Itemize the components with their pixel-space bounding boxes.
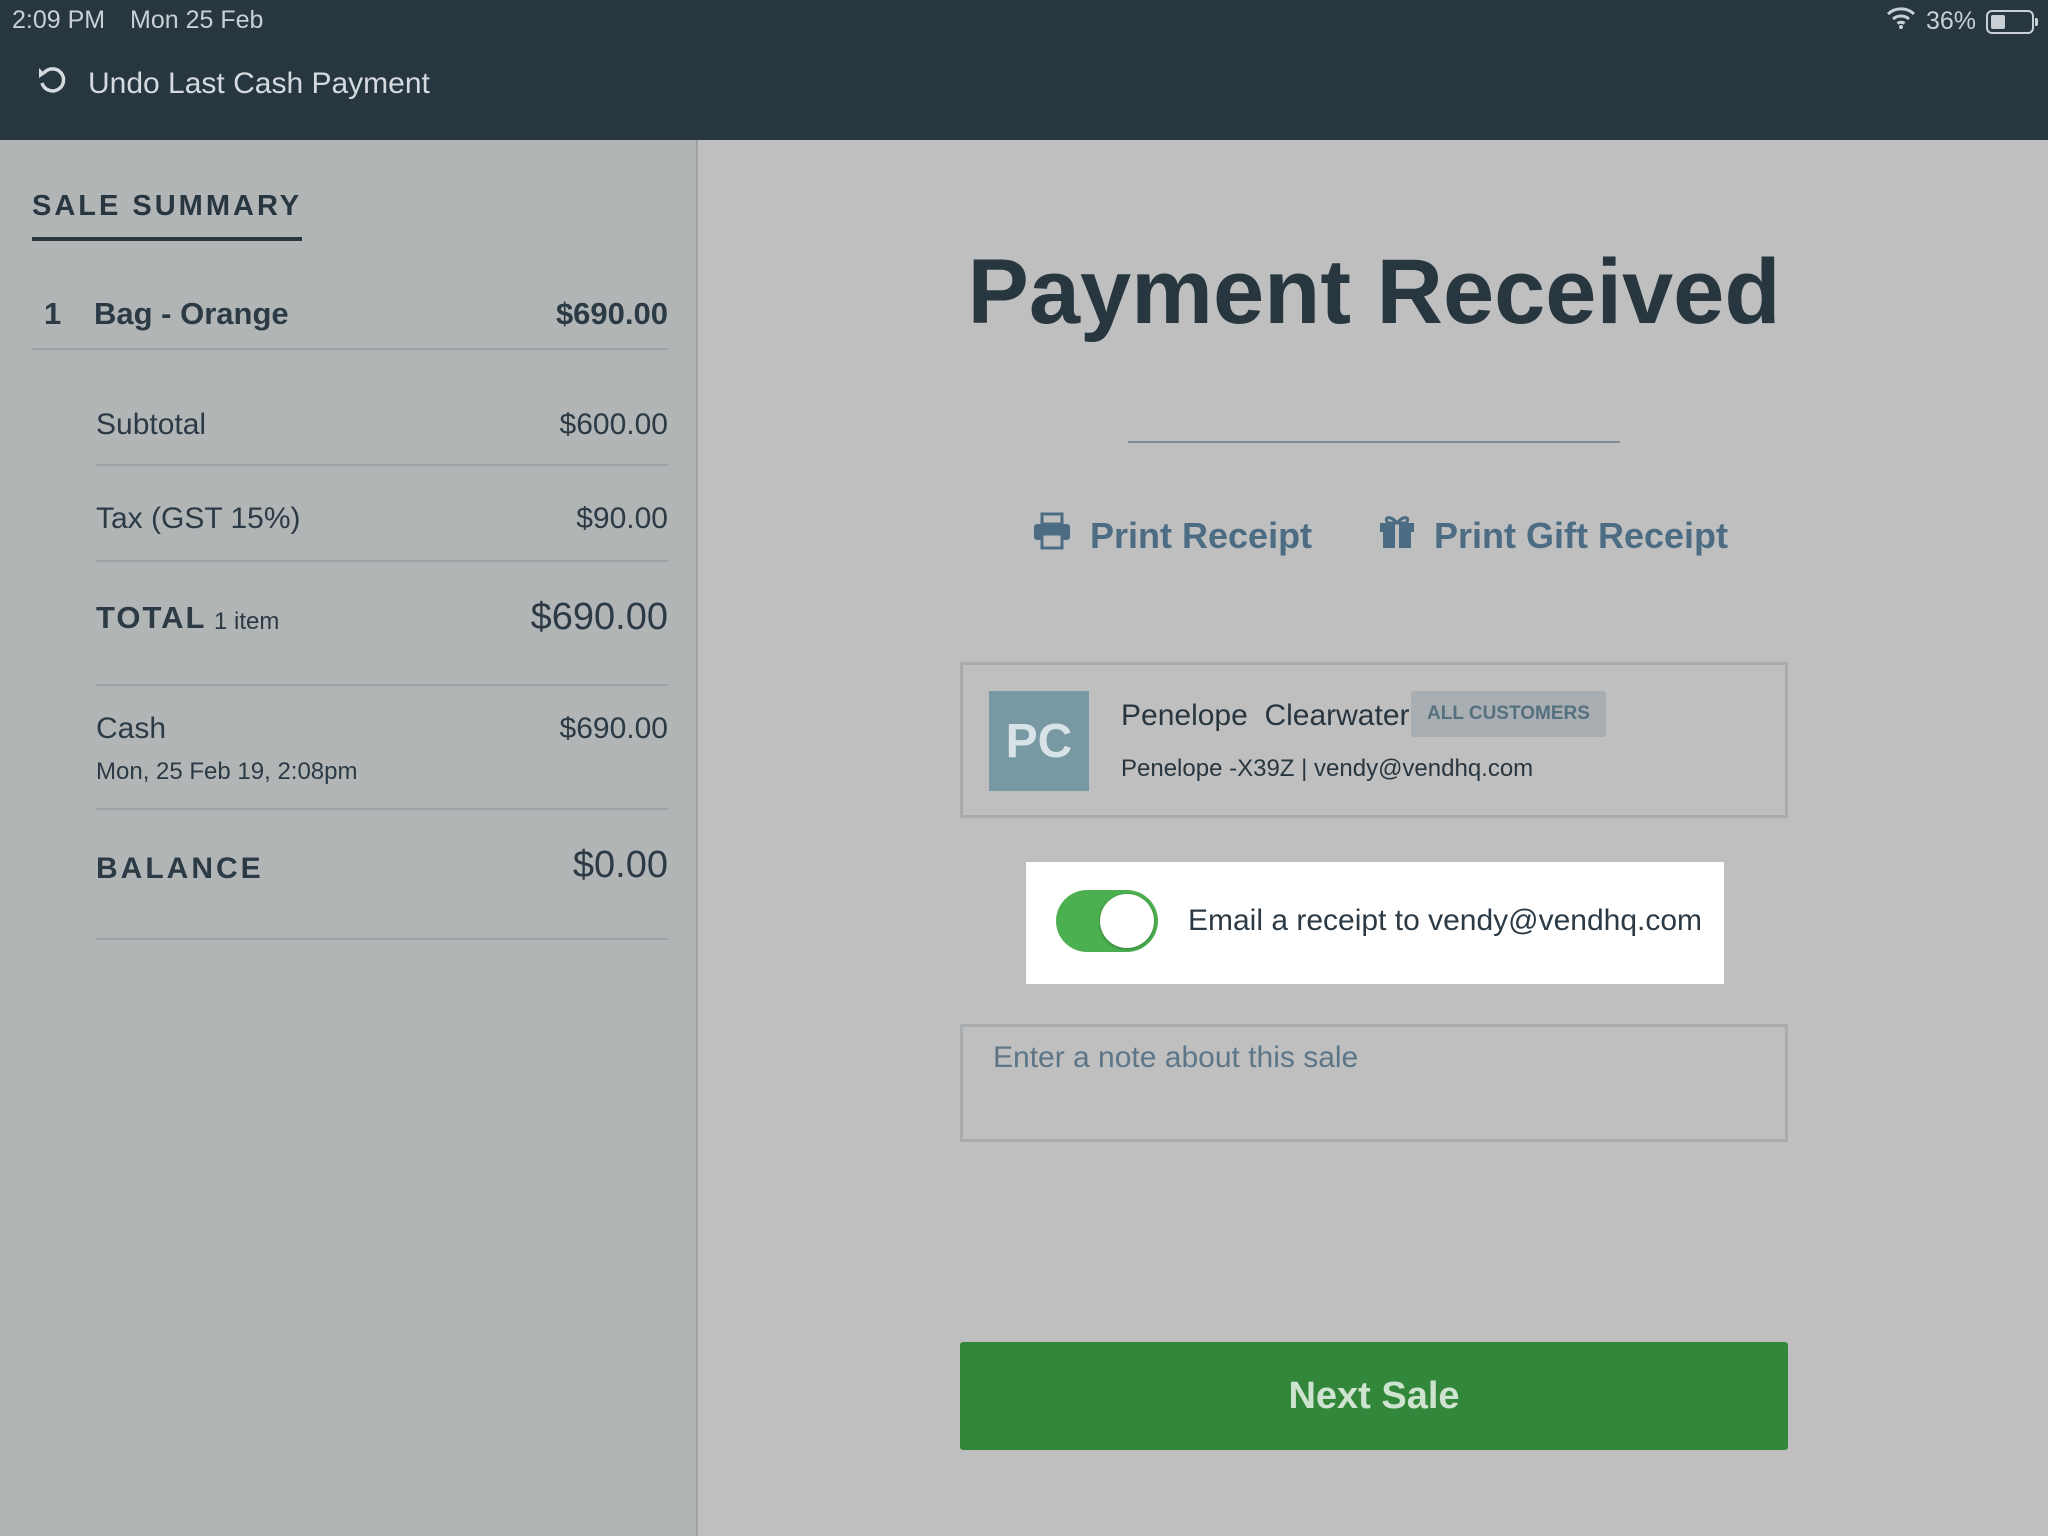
page-title: Payment Received — [967, 241, 1781, 343]
battery-level: 36% — [1925, 7, 1976, 35]
total-value: $690.00 — [530, 596, 668, 638]
total-item-count: 1 item — [214, 608, 280, 635]
email-receipt-toggle[interactable] — [1056, 890, 1158, 952]
line-item-name: Bag - Orange — [94, 296, 289, 331]
tax-label: Tax (GST 15%) — [96, 502, 301, 535]
balance-label: BALANCE — [96, 852, 264, 885]
battery-icon — [1986, 9, 2038, 34]
payment-date: Mon, 25 Feb 19, 2:08pm — [96, 758, 358, 785]
print-receipt-label: Print Receipt — [1090, 514, 1313, 556]
printer-icon — [1032, 512, 1072, 559]
subtotal-label: Subtotal — [96, 408, 207, 441]
undo-label: Undo Last Cash Payment — [88, 67, 430, 100]
customer-detail: Penelope -X39Z | vendy@vendhq.com — [1121, 755, 1534, 782]
status-time: 2:09 PM — [12, 6, 106, 34]
sale-summary-panel: SALE SUMMARY 1 Bag - Orange $690.00 Subt… — [0, 140, 698, 1536]
customer-card[interactable]: PC Penelope Clearwater ALL CUSTOMERS Pen… — [960, 662, 1788, 818]
total-row: TOTAL 1 item $690.00 — [96, 596, 668, 686]
payment-value: $690.00 — [559, 712, 668, 745]
email-receipt-label: Email a receipt to vendy@vendhq.com — [1188, 904, 1703, 937]
title-divider — [1128, 441, 1620, 443]
tax-value: $90.00 — [576, 502, 668, 535]
status-date: Mon 25 Feb — [130, 6, 264, 34]
balance-row: BALANCE $0.00 — [96, 844, 668, 940]
customer-group-badge: ALL CUSTOMERS — [1411, 691, 1606, 737]
next-sale-button[interactable]: Next Sale — [960, 1342, 1788, 1450]
print-receipt-button[interactable]: Print Receipt — [1032, 512, 1312, 559]
customer-name: Penelope Clearwater — [1121, 699, 1410, 732]
balance-value: $0.00 — [572, 844, 668, 886]
undo-icon — [36, 64, 68, 104]
payment-method: Cash — [96, 712, 167, 745]
gift-icon — [1378, 512, 1416, 559]
status-right: 36% — [1886, 6, 2038, 37]
sale-note-input[interactable] — [960, 1024, 1788, 1142]
sale-summary-title: SALE SUMMARY — [32, 190, 303, 241]
tax-row: Tax (GST 15%) $90.00 — [96, 502, 668, 562]
customer-avatar: PC — [989, 691, 1089, 791]
payment-row: Cash Mon, 25 Feb 19, 2:08pm $690.00 — [96, 712, 668, 810]
subtotal-value: $600.00 — [559, 408, 668, 441]
line-item[interactable]: 1 Bag - Orange $690.00 — [32, 296, 668, 350]
print-gift-receipt-button[interactable]: Print Gift Receipt — [1378, 512, 1728, 559]
print-gift-receipt-label: Print Gift Receipt — [1434, 514, 1729, 556]
top-bar: 2:09 PM Mon 25 Feb 36% Undo Last Cash Pa… — [0, 0, 2048, 140]
subtotal-row: Subtotal $600.00 — [96, 408, 668, 466]
line-item-qty: 1 — [44, 296, 62, 331]
total-label: TOTAL — [96, 600, 207, 635]
undo-last-payment-button[interactable]: Undo Last Cash Payment — [36, 64, 430, 104]
wifi-icon — [1886, 6, 1916, 37]
toggle-knob — [1100, 894, 1154, 948]
email-receipt-option: Email a receipt to vendy@vendhq.com — [1026, 862, 1724, 984]
line-item-price: $690.00 — [555, 296, 668, 331]
